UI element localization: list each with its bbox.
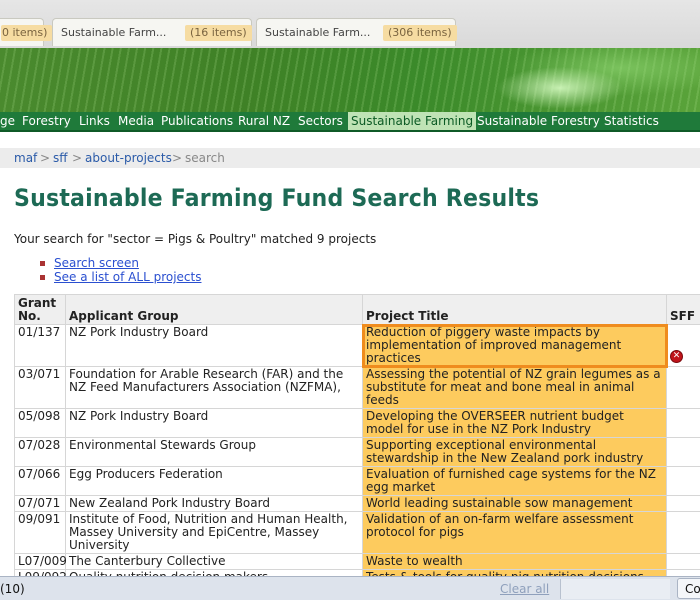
- tab-title: Sustainable Farm...: [61, 26, 167, 39]
- applicant-cell: Egg Producers Federation: [65, 466, 363, 496]
- breadcrumb-link-about-projects[interactable]: about-projects: [85, 151, 172, 165]
- nav-item-sectors[interactable]: Sectors: [298, 112, 343, 130]
- applicant-cell: NZ Pork Industry Board: [65, 324, 363, 367]
- grant-cell: 07/066: [14, 466, 66, 496]
- table-row: 07/028 Environmental Stewards Group Supp…: [14, 437, 700, 467]
- grant-cell: L07/009: [14, 553, 67, 570]
- clear-all-link[interactable]: Clear all: [500, 582, 549, 596]
- page-title: Sustainable Farming Fund Search Results: [14, 184, 540, 212]
- breadcrumb: maf > sff > about-projects > search: [0, 148, 700, 168]
- link-list: Search screen See a list of ALL projects: [40, 256, 201, 284]
- column-header-title[interactable]: Project Title: [362, 294, 667, 325]
- project-title-cell[interactable]: Assessing the potential of NZ grain legu…: [362, 366, 667, 409]
- main-nav: ge Forestry Links Media Publications Rur…: [0, 112, 700, 132]
- sff-cell: [666, 466, 700, 496]
- nav-item-publications[interactable]: Publications: [161, 112, 233, 130]
- breadcrumb-separator: >: [72, 151, 83, 165]
- grant-cell: 09/091: [14, 511, 66, 554]
- nav-item-ge[interactable]: ge: [0, 112, 15, 130]
- tab-strip: 0 items) Sustainable Farm... (16 items) …: [0, 0, 700, 48]
- tab-count: (306 items): [383, 25, 457, 41]
- applicant-cell: NZ Pork Industry Board: [65, 408, 363, 438]
- sff-cell: [666, 495, 700, 512]
- applicant-cell: Institute of Food, Nutrition and Human H…: [65, 511, 363, 554]
- table-row: 01/137 NZ Pork Industry Board Reduction …: [14, 323, 700, 368]
- table-row: L07/009 The Canterbury Collective Waste …: [14, 553, 700, 570]
- breadcrumb-link-maf[interactable]: maf: [14, 151, 37, 165]
- sff-cell: [666, 553, 700, 570]
- project-title-cell[interactable]: Developing the OVERSEER nutrient budget …: [362, 408, 667, 438]
- nav-item-sustainable-forestry[interactable]: Sustainable Forestry: [477, 112, 600, 130]
- grant-cell: 05/098: [14, 408, 66, 438]
- project-title-cell[interactable]: Waste to wealth: [362, 553, 667, 570]
- breadcrumb-link-sff[interactable]: sff: [53, 151, 68, 165]
- breadcrumb-separator: >: [40, 151, 51, 165]
- applicant-cell: The Canterbury Collective: [65, 553, 363, 570]
- table-row: 03/071 Foundation for Arable Research (F…: [14, 366, 700, 409]
- sff-cell: [666, 366, 700, 409]
- nav-item-forestry[interactable]: Forestry: [22, 112, 71, 130]
- results-table: Grant No. Applicant Group Project Title …: [14, 294, 700, 586]
- sff-cell: [666, 511, 700, 554]
- sff-cell: [666, 437, 700, 467]
- close-circle-icon[interactable]: ✕: [670, 350, 683, 363]
- project-title-cell[interactable]: Supporting exceptional environmental ste…: [362, 437, 667, 467]
- bottom-bar-button[interactable]: Co: [677, 578, 700, 599]
- nav-item-rural-nz[interactable]: Rural NZ: [238, 112, 290, 130]
- bottom-bar-divider: [560, 579, 670, 599]
- column-header-sff[interactable]: SFF F: [666, 294, 700, 325]
- list-item: Search screen: [40, 256, 201, 270]
- tab-2[interactable]: Sustainable Farm... (306 items): [256, 18, 457, 46]
- table-row: 07/071 New Zealand Pork Industry Board W…: [14, 495, 700, 512]
- table-row: 09/091 Institute of Food, Nutrition and …: [14, 511, 700, 554]
- applicant-cell: New Zealand Pork Industry Board: [65, 495, 363, 512]
- project-title-cell[interactable]: Validation of an on-farm welfare assessm…: [362, 511, 667, 554]
- project-title-cell[interactable]: Reduction of piggery waste impacts by im…: [361, 323, 668, 368]
- applicant-cell: Foundation for Arable Research (FAR) and…: [65, 366, 363, 409]
- column-header-grant[interactable]: Grant No.: [14, 294, 66, 325]
- grant-cell: 07/071: [14, 495, 66, 512]
- project-title-cell[interactable]: Evaluation of furnished cage systems for…: [362, 466, 667, 496]
- all-projects-link[interactable]: See a list of ALL projects: [54, 270, 201, 284]
- nav-item-statistics[interactable]: Statistics: [604, 112, 659, 130]
- nav-item-sustainable-farming[interactable]: Sustainable Farming: [348, 112, 477, 130]
- results-table-wrapper: Grant No. Applicant Group Project Title …: [14, 294, 700, 586]
- breadcrumb-separator: >: [172, 151, 183, 165]
- table-header-row: Grant No. Applicant Group Project Title …: [14, 294, 700, 325]
- applicant-cell: Environmental Stewards Group: [65, 437, 363, 467]
- table-row: 07/066 Egg Producers Federation Evaluati…: [14, 466, 700, 496]
- breadcrumb-current: search: [185, 151, 225, 165]
- list-item: See a list of ALL projects: [40, 270, 201, 284]
- grant-cell: 03/071: [14, 366, 66, 409]
- tab-count: (16 items): [185, 25, 252, 41]
- site-banner: [0, 48, 700, 112]
- grant-cell: 07/028: [14, 437, 66, 467]
- sff-cell: [666, 408, 700, 438]
- grant-cell: 01/137: [14, 324, 66, 367]
- bullet-icon: [40, 275, 45, 280]
- tab-title: Sustainable Farm...: [265, 26, 371, 39]
- bullet-icon: [40, 261, 45, 266]
- project-title-cell[interactable]: World leading sustainable sow management: [362, 495, 667, 512]
- column-header-applicant[interactable]: Applicant Group: [65, 294, 363, 325]
- bottom-bar: (10) Clear all Co: [0, 576, 700, 600]
- table-row: 05/098 NZ Pork Industry Board Developing…: [14, 408, 700, 438]
- tab-count: 0 items): [1, 25, 53, 41]
- nav-item-media[interactable]: Media: [118, 112, 154, 130]
- nav-item-links[interactable]: Links: [79, 112, 110, 130]
- tab-0[interactable]: 0 items): [0, 18, 53, 46]
- search-screen-link[interactable]: Search screen: [54, 256, 139, 270]
- search-summary: Your search for "sector = Pigs & Poultry…: [14, 232, 377, 246]
- item-count: (10): [0, 582, 25, 596]
- tab-1[interactable]: Sustainable Farm... (16 items): [52, 18, 252, 46]
